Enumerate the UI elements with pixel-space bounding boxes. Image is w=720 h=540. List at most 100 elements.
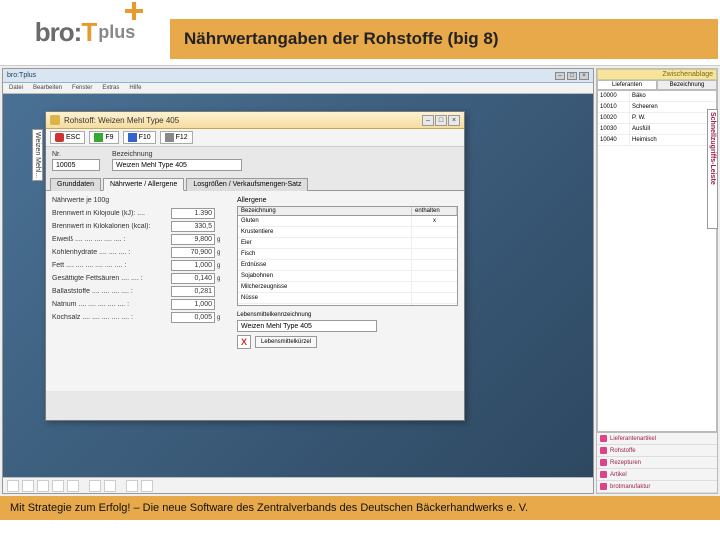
shortcut-toolbar: ESC F9 F10 F12 [46,129,464,147]
bezeichnung-label: Bezeichnung [112,151,242,158]
rp-tab-lieferanten[interactable]: Lieferanten [597,80,657,90]
f10-button[interactable]: F10 [123,131,156,144]
lmk-heading: Lebensmittelkennzeichnung [237,312,458,318]
supplier-row[interactable]: 10000Bäko [598,91,716,102]
app-menubar[interactable]: Datei Bearbeiten Fenster Extras Hilfe [3,83,593,94]
nutrition-value[interactable]: 70,900 [171,247,215,258]
allergen-row[interactable]: Eier [238,238,457,249]
nav-rezepturen[interactable]: Rezepturen [597,457,717,469]
close-icon[interactable]: × [448,115,460,126]
supplier-row[interactable]: 10010Scheeren [598,102,716,113]
minimize-icon[interactable]: – [555,72,565,80]
nutrition-value[interactable]: 1,000 [171,299,215,310]
allergen-row[interactable]: Krustentiere [238,227,457,238]
nutrition-value[interactable]: 0,005 [171,312,215,323]
taskbar-icon[interactable] [22,480,34,492]
nutrition-row: Kochsalz .... .... .... .... .... :0,005… [52,312,227,323]
bezeichnung-field[interactable] [112,159,242,171]
nutrition-value[interactable]: 0,140 [171,273,215,284]
lmk-field[interactable] [237,320,377,332]
nutrition-label: Fett .... .... .... .... .... .... : [52,262,171,269]
nr-field[interactable] [52,159,100,171]
taskbar-icon[interactable] [141,480,153,492]
allergen-row[interactable]: Fisch [238,249,457,260]
nutrition-label: Kohlenhydrate .... .... .... : [52,249,171,256]
allergen-row[interactable]: Nüsse [238,293,457,304]
folder-icon [600,447,607,454]
taskbar-icon[interactable] [89,480,101,492]
folder-icon [600,459,607,466]
taskbar-icon[interactable] [7,480,19,492]
folder-icon [600,471,607,478]
taskbar-icon[interactable] [104,480,116,492]
menu-item[interactable]: Bearbeiten [33,85,62,91]
menu-item[interactable]: Extras [102,85,119,91]
delete-icon[interactable]: X [237,335,251,349]
clipboard-label[interactable]: Zwischenablage [597,69,717,80]
window-titlebar: Rohstoff: Weizen Mehl Type 405 – □ × [46,112,464,129]
nutrition-row: Gesättigte Fettsäuren .... .... :0,140g [52,273,227,284]
nutrition-value[interactable]: 0,281 [171,286,215,297]
slide-title-bar: Nährwertangaben der Rohstoffe (big 8) [170,19,718,59]
taskbar-icon[interactable] [52,480,64,492]
maximize-icon[interactable]: □ [567,72,577,80]
nutrition-value[interactable]: 9,800 [171,234,215,245]
taskbar-icon[interactable] [126,480,138,492]
tab-grunddaten[interactable]: Grunddaten [50,178,101,191]
nutrition-row: Ballaststoffe .... .... .... .... :0,281 [52,286,227,297]
nav-artikel[interactable]: Artikel [597,469,717,481]
rp-tab-bezeichnung[interactable]: Bezeichnung [657,80,717,90]
brand-logo: bro:Tplus [0,0,170,66]
nr-label: Nr. [52,151,100,158]
tab-losgroessen[interactable]: Losgrößen / Verkaufsmengen-Satz [186,178,308,191]
rohstoff-window: Rohstoff: Weizen Mehl Type 405 – □ × ESC… [45,111,465,421]
f12-button[interactable]: F12 [160,131,193,144]
allergen-row[interactable]: Milcherzeugnisse [238,282,457,293]
allergen-table[interactable]: Bezeichnung enthalten GlutenxKrustentier… [237,206,458,306]
supplier-row[interactable]: 10040Heimisch [598,135,716,146]
tab-naehrwerte[interactable]: Nährwerte / Allergene [103,178,184,191]
left-doc-tab[interactable]: Weizen Mehl... [32,129,43,181]
nutrition-row: Fett .... .... .... .... .... .... :1,00… [52,260,227,271]
slide-title: Nährwertangaben der Rohstoffe (big 8) [184,29,499,49]
supplier-list[interactable]: 10000Bäko10010Scheeren10020P. W.10030Aus… [597,90,717,432]
quick-access-handle[interactable]: Schnellzugriffs-Leiste [707,109,718,229]
nutrition-row: Brennwert in Kilokalorien (kcal):330,5 [52,221,227,232]
minimize-icon[interactable]: – [422,115,434,126]
slide-footer: Mit Strategie zum Erfolg! – Die neue Sof… [0,496,720,520]
application-desktop: bro:Tplus – □ × Datei Bearbeiten Fenster… [2,68,594,494]
window-icon [50,115,60,125]
nav-lieferantenartikel[interactable]: Lieferantenartikel [597,433,717,445]
nav-rohstoffe[interactable]: Rohstoffe [597,445,717,457]
menu-item[interactable]: Fenster [72,85,92,91]
nutrition-value[interactable]: 330,5 [171,221,215,232]
nutrition-row: Kohlenhydrate .... .... .... :70,900g [52,247,227,258]
allergen-row[interactable]: Sojabohnen [238,271,457,282]
supplier-row[interactable]: 10030Ausfüll [598,124,716,135]
taskbar-icon[interactable] [37,480,49,492]
nutrition-label: Natrium .... .... .... .... .... : [52,301,171,308]
menu-item[interactable]: Hilfe [129,85,141,91]
nav-brotmanufaktur[interactable]: brotmanufaktur [597,481,717,493]
f9-button[interactable]: F9 [89,131,118,144]
folder-icon [600,435,607,442]
allergen-row[interactable]: Glutenx [238,216,457,227]
folder-icon [600,483,607,490]
allergen-row[interactable]: Erdnüsse [238,260,457,271]
nutrition-value[interactable]: 1.390 [171,208,215,219]
nutrition-value[interactable]: 1,000 [171,260,215,271]
esc-button[interactable]: ESC [50,131,85,144]
nutrition-row: Natrium .... .... .... .... .... :1,000 [52,299,227,310]
nutrition-row: Eiweiß .... .... .... .... .... :9,800g [52,234,227,245]
allergen-row[interactable]: Sellerie [238,304,457,306]
nutrition-label: Brennwert in Kilokalorien (kcal): [52,223,171,230]
supplier-row[interactable]: 10020P. W. [598,113,716,124]
close-icon[interactable]: × [579,72,589,80]
menu-item[interactable]: Datei [9,85,23,91]
nutrition-label: Eiweiß .... .... .... .... .... : [52,236,171,243]
maximize-icon[interactable]: □ [435,115,447,126]
nutrition-label: Kochsalz .... .... .... .... .... : [52,314,171,321]
lmk-button[interactable]: Lebensmittelkürzel [255,336,317,348]
detail-tabs: Grunddaten Nährwerte / Allergene Losgröß… [46,177,464,191]
taskbar-icon[interactable] [67,480,79,492]
